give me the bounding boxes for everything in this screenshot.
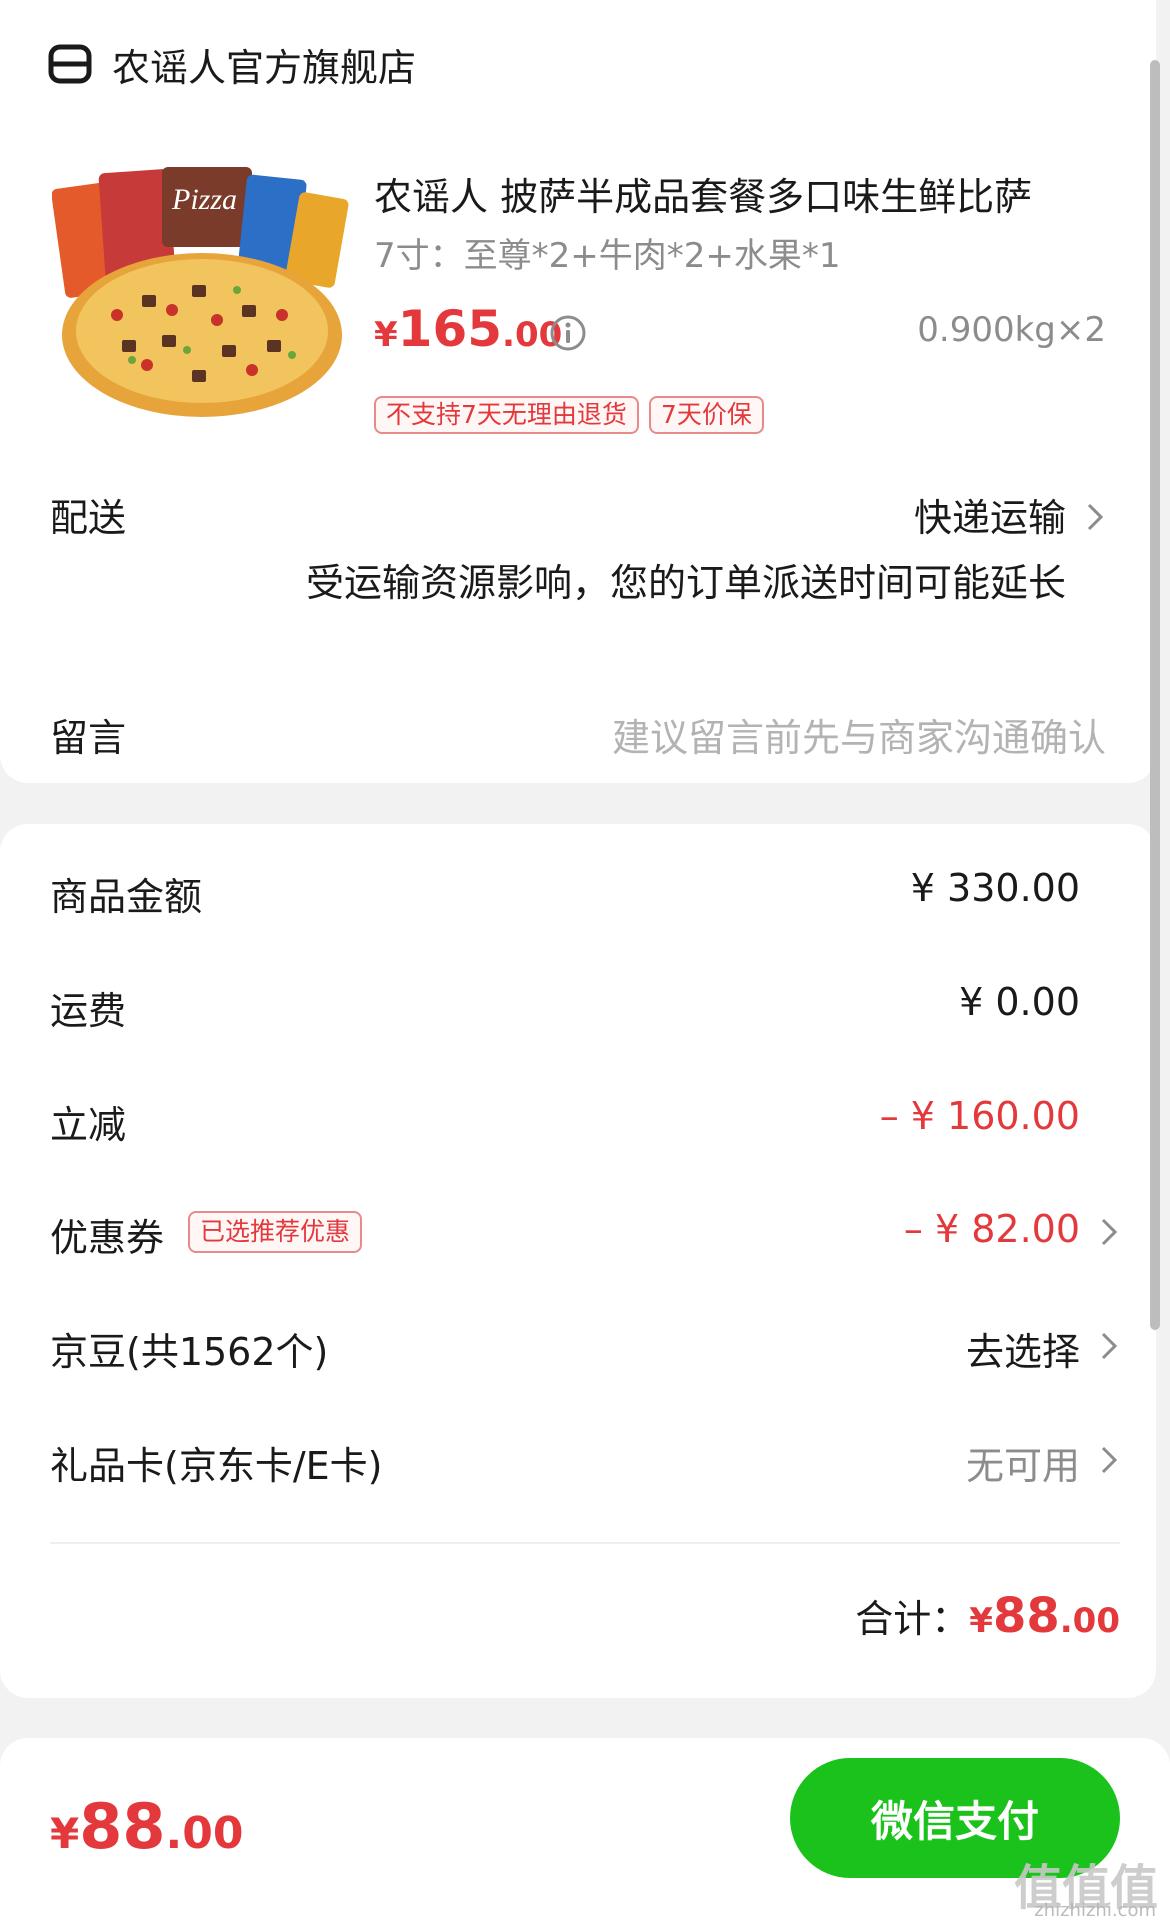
order-product-card: 农谣人官方旗舰店 Pizza 农谣人 披萨半成品套餐多口味生鲜比萨 7寸：至尊*… [0,0,1156,783]
chevron-right-icon[interactable] [1100,1217,1118,1247]
delivery-method[interactable]: 快递运输 [914,487,1066,542]
delivery-note: 受运输资源影响，您的订单派送时间可能延长 [305,561,1066,605]
summary-divider [50,1542,1120,1544]
shipping-value: ¥ 0.00 [959,980,1080,1024]
product-tags: 不支持7天无理由退货 7天价保 [374,396,764,434]
total-label: 合计： [855,1597,970,1641]
chevron-right-icon[interactable] [1100,1331,1118,1361]
chevron-right-icon[interactable] [1086,502,1104,532]
product-spec: 7寸：至尊*2+牛肉*2+水果*1 [374,236,841,276]
scrollbar[interactable] [1150,60,1160,1330]
delivery-label: 配送 [50,496,127,540]
jd-beans-label: 京豆(共1562个) [50,1330,329,1374]
instant-discount-value: – ¥ 160.00 [879,1094,1080,1138]
watermark-url: zhizhizhi.com [1034,1900,1156,1921]
info-icon[interactable] [548,313,588,353]
price-summary-card [0,824,1156,1698]
jd-beans-select[interactable]: 去选择 [966,1321,1080,1376]
product-title[interactable]: 农谣人 披萨半成品套餐多口味生鲜比萨 [374,166,1114,221]
message-label: 留言 [50,716,127,760]
coupon-selected-tag: 已选推荐优惠 [188,1211,363,1253]
coupon-value[interactable]: – ¥ 82.00 [904,1207,1080,1251]
svg-text:Pizza: Pizza [171,183,237,216]
checkout-price: ¥88.00 [50,1790,244,1863]
order-total: 合计： ¥88.00 [855,1588,1120,1644]
store-icon [48,44,92,84]
price-protect-tag: 7天价保 [648,396,764,434]
product-quantity: 0.900kg×2 [917,310,1106,350]
message-input[interactable]: 建议留言前先与商家沟通确认 [612,707,1106,762]
gift-card-value[interactable]: 无可用 [966,1435,1080,1490]
goods-amount-label: 商品金额 [50,875,203,919]
instant-discount-label: 立减 [50,1103,127,1147]
store-header[interactable]: 农谣人官方旗舰店 [48,38,416,90]
gift-card-label: 礼品卡(京东卡/E卡) [50,1444,383,1488]
coupon-label: 优惠券 [50,1216,165,1260]
product-image[interactable]: Pizza [52,165,352,425]
store-name: 农谣人官方旗舰店 [112,45,417,90]
product-price: ¥165.00 [374,300,563,358]
no-return-tag: 不支持7天无理由退货 [374,396,639,434]
shipping-label: 运费 [50,989,127,1033]
chevron-right-icon[interactable] [1100,1445,1118,1475]
goods-amount-value: ¥ 330.00 [910,866,1080,910]
